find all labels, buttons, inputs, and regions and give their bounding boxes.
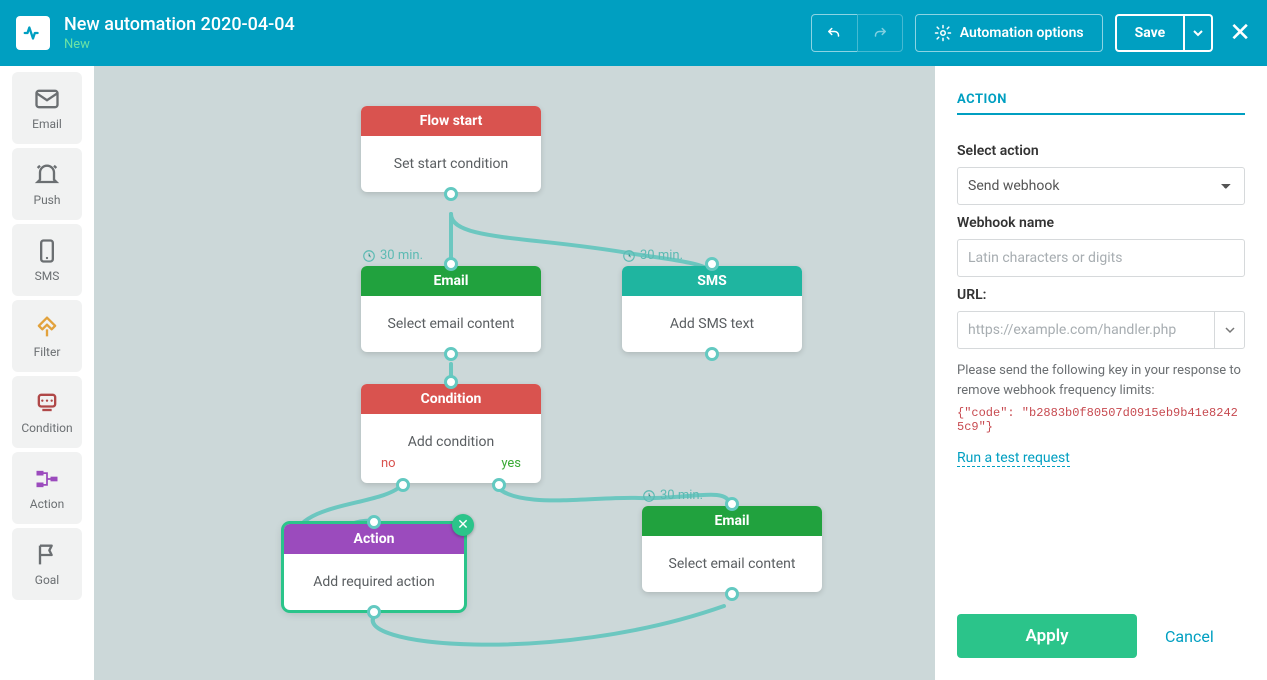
code-sample: {"code": "b2883b0f80507d0915eb9b41e82425…: [957, 406, 1245, 434]
helper-text: Please send the following key in your re…: [957, 361, 1245, 400]
panel-footer: Apply Cancel: [935, 598, 1267, 680]
port-in[interactable]: [367, 515, 381, 529]
field-label-url: URL:: [957, 287, 1245, 303]
node-delete-icon[interactable]: ✕: [452, 514, 474, 536]
branch-yes: yes: [501, 456, 521, 471]
redo-button[interactable]: [857, 14, 903, 52]
options-label: Automation options: [960, 25, 1084, 41]
node-body: Select email content: [642, 536, 822, 592]
select-action-dropdown[interactable]: Send webhook: [957, 167, 1245, 205]
tool-label: Action: [30, 497, 64, 511]
url-dropdown-button[interactable]: [1214, 312, 1244, 348]
node-sms[interactable]: SMS Add SMS text: [622, 266, 802, 352]
tool-action[interactable]: Action: [12, 452, 82, 524]
test-request-link[interactable]: Run a test request: [957, 450, 1070, 467]
tool-sms[interactable]: SMS: [12, 224, 82, 296]
tool-label: Goal: [35, 573, 59, 587]
port-out-yes[interactable]: [492, 478, 506, 492]
branch-no: no: [381, 456, 396, 471]
tool-label: Email: [32, 117, 62, 131]
port-out[interactable]: [725, 587, 739, 601]
node-flow-start[interactable]: Flow start Set start condition: [361, 106, 541, 192]
node-body: Add SMS text: [622, 296, 802, 352]
node-body: Add condition: [361, 414, 541, 456]
node-body: Set start condition: [361, 136, 541, 192]
port-in[interactable]: [444, 375, 458, 389]
app-icon: [16, 16, 50, 50]
timer-label: 30 min.: [642, 488, 703, 503]
timer-label: 30 min.: [622, 248, 683, 263]
node-condition[interactable]: Condition Add condition no yes: [361, 384, 541, 483]
port-out[interactable]: [367, 605, 381, 619]
tool-label: SMS: [35, 269, 60, 283]
port-in[interactable]: [725, 497, 739, 511]
timer-label: 30 min.: [362, 248, 423, 263]
tool-condition[interactable]: Condition: [12, 376, 82, 448]
url-input[interactable]: [958, 312, 1214, 348]
title-block: New automation 2020-04-04 New: [64, 14, 295, 52]
properties-panel: ACTION Select action Send webhook Webhoo…: [935, 66, 1267, 680]
tool-email[interactable]: Email: [12, 72, 82, 144]
page-title: New automation 2020-04-04: [64, 14, 295, 35]
node-email[interactable]: Email Select email content: [642, 506, 822, 592]
cancel-button[interactable]: Cancel: [1165, 627, 1214, 646]
condition-branches: no yes: [361, 456, 541, 483]
close-icon[interactable]: ✕: [1229, 18, 1251, 48]
port-out[interactable]: [444, 187, 458, 201]
save-dropdown-button[interactable]: [1185, 14, 1213, 52]
node-email[interactable]: Email Select email content: [361, 266, 541, 352]
status-badge: New: [64, 37, 295, 52]
header: New automation 2020-04-04 New Automation…: [0, 0, 1267, 66]
panel-title: ACTION: [957, 92, 1245, 115]
port-out[interactable]: [705, 347, 719, 361]
save-group: Save: [1115, 14, 1214, 52]
tool-goal[interactable]: Goal: [12, 528, 82, 600]
node-body: Select email content: [361, 296, 541, 352]
field-label-webhook-name: Webhook name: [957, 215, 1245, 231]
tool-filter[interactable]: Filter: [12, 300, 82, 372]
tool-label: Push: [34, 193, 61, 207]
field-label-select-action: Select action: [957, 143, 1245, 159]
undo-button[interactable]: [811, 14, 857, 52]
node-header: Flow start: [361, 106, 541, 136]
port-in[interactable]: [444, 257, 458, 271]
undo-redo-group: [811, 14, 903, 52]
port-out-no[interactable]: [396, 478, 410, 492]
automation-options-button[interactable]: Automation options: [915, 14, 1103, 52]
save-button[interactable]: Save: [1115, 14, 1186, 52]
port-out[interactable]: [444, 347, 458, 361]
options-group: Automation options: [915, 14, 1103, 52]
webhook-name-input[interactable]: [957, 239, 1245, 277]
tool-push[interactable]: Push: [12, 148, 82, 220]
url-input-group: [957, 311, 1245, 349]
tool-label: Filter: [34, 345, 61, 359]
node-action[interactable]: ✕ Action Add required action: [284, 524, 464, 610]
tool-label: Condition: [21, 421, 72, 435]
sidebar: Email Push SMS Filter Condition Action G…: [0, 66, 94, 680]
apply-button[interactable]: Apply: [957, 614, 1137, 658]
node-body: Add required action: [284, 554, 464, 610]
port-in[interactable]: [705, 257, 719, 271]
canvas[interactable]: Flow start Set start condition 30 min. 3…: [94, 66, 935, 680]
